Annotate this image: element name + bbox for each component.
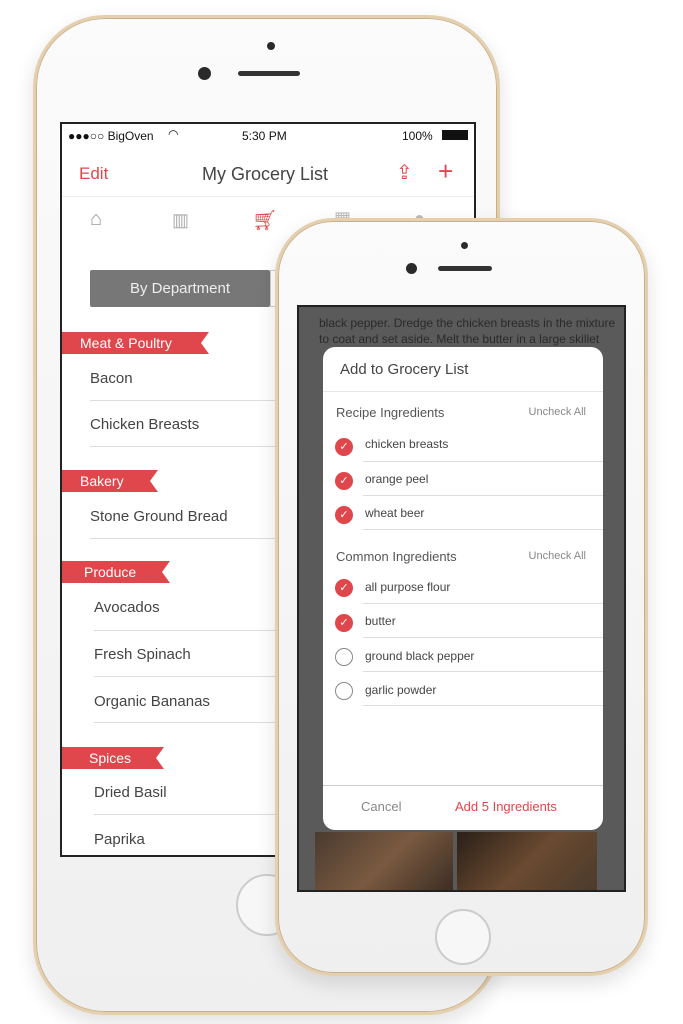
list-item[interactable]: Avocados <box>94 599 160 616</box>
ingredient[interactable]: wheat beer <box>365 506 424 520</box>
home-button[interactable] <box>435 909 491 965</box>
checkbox-checked[interactable]: ✓ <box>335 438 353 456</box>
food-photo <box>457 832 597 890</box>
front-camera <box>198 67 211 80</box>
checkbox-checked[interactable]: ✓ <box>335 472 353 490</box>
dialog-title: Add to Grocery List <box>340 361 469 378</box>
ingredient[interactable]: garlic powder <box>365 683 436 697</box>
add-to-grocery-dialog: Add to Grocery List Recipe Ingredients U… <box>323 347 603 830</box>
uncheck-all-common[interactable]: Uncheck All <box>529 550 586 562</box>
book-icon[interactable]: ▥ <box>172 210 189 231</box>
segment-by-department[interactable]: By Department <box>90 270 270 307</box>
time: 5:30 PM <box>242 129 287 143</box>
checkbox-checked[interactable]: ✓ <box>335 614 353 632</box>
section-produce: Produce <box>62 561 170 583</box>
status-bar: ●●●○○ BigOven ◠ 5:30 PM 100% <box>62 124 474 146</box>
list-item[interactable]: Organic Bananas <box>94 693 210 710</box>
section-bakery: Bakery <box>62 470 158 492</box>
ingredient[interactable]: orange peel <box>365 472 428 486</box>
checkbox-checked[interactable]: ✓ <box>335 579 353 597</box>
list-item[interactable]: Dried Basil <box>94 784 167 801</box>
ingredient[interactable]: butter <box>365 614 396 628</box>
food-photo <box>315 832 453 890</box>
common-header: Common Ingredients <box>336 549 457 564</box>
wifi-icon: ◠ <box>168 127 179 141</box>
ingredient[interactable]: chicken breasts <box>365 437 448 451</box>
recipe-header: Recipe Ingredients <box>336 405 445 420</box>
speaker <box>438 266 492 271</box>
list-item[interactable]: Bacon <box>90 370 133 387</box>
edit-button[interactable]: Edit <box>79 164 108 184</box>
battery-icon <box>442 130 468 140</box>
section-meat-poultry: Meat & Poultry <box>62 332 209 354</box>
share-icon[interactable]: ⇪ <box>396 160 413 185</box>
front-camera <box>406 263 417 274</box>
carrier: ●●●○○ BigOven <box>68 129 154 143</box>
recipe-text: to coat and set aside. Melt the butter i… <box>319 332 600 346</box>
speaker <box>238 71 300 76</box>
home-icon[interactable]: ⌂ <box>90 208 102 231</box>
checkbox-unchecked[interactable] <box>335 648 353 666</box>
uncheck-all-recipe[interactable]: Uncheck All <box>529 406 586 418</box>
list-item[interactable]: Stone Ground Bread <box>90 508 228 525</box>
camera <box>461 242 468 249</box>
cart-icon[interactable]: 🛒︎ <box>252 208 277 233</box>
cancel-button[interactable]: Cancel <box>361 799 401 814</box>
list-item[interactable]: Chicken Breasts <box>90 416 199 433</box>
ingredient[interactable]: ground black pepper <box>365 649 474 663</box>
section-spices: Spices <box>62 747 164 769</box>
recipe-text: black pepper. Dredge the chicken breasts… <box>319 316 616 330</box>
camera <box>267 42 275 50</box>
checkbox-checked[interactable]: ✓ <box>335 506 353 524</box>
page-title: My Grocery List <box>202 164 329 184</box>
list-item[interactable]: Paprika <box>94 831 145 848</box>
plus-icon[interactable]: + <box>438 156 453 187</box>
list-item[interactable]: Fresh Spinach <box>94 646 191 663</box>
divider <box>62 196 474 197</box>
battery-text: 100% <box>402 129 433 143</box>
checkbox-unchecked[interactable] <box>335 682 353 700</box>
add-ingredients-button[interactable]: Add 5 Ingredients <box>455 799 557 814</box>
ingredient[interactable]: all purpose flour <box>365 580 450 594</box>
